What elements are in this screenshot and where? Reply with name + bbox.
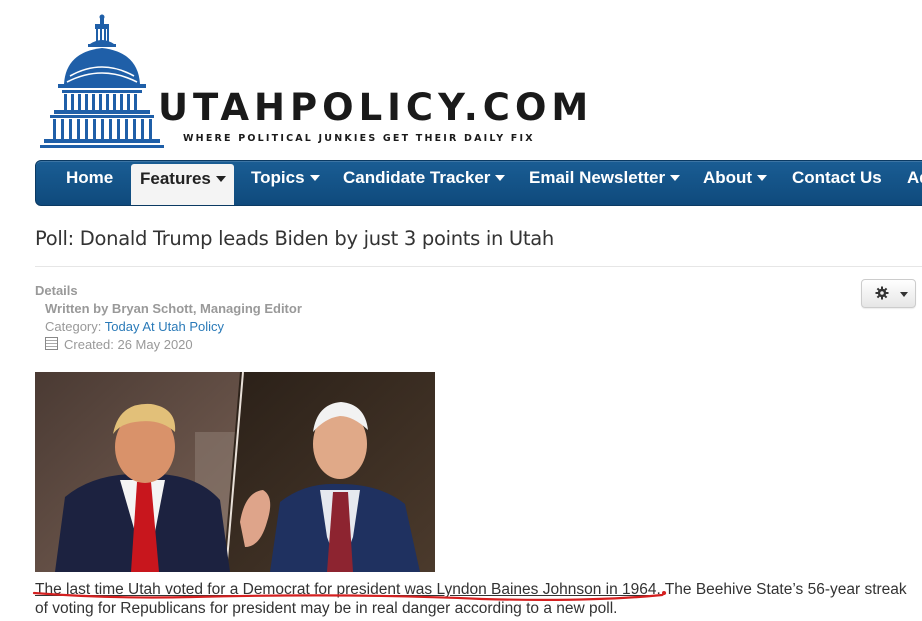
page-title: Poll: Donald Trump leads Biden by just 3… bbox=[35, 227, 554, 250]
nav-contact-us[interactable]: Contact Us bbox=[792, 161, 882, 205]
capitol-dome-icon bbox=[40, 14, 164, 148]
nav-topics[interactable]: Topics bbox=[251, 161, 320, 205]
nav-contact-us-label: Contact Us bbox=[792, 168, 882, 187]
red-annotation-underline bbox=[32, 591, 667, 601]
gear-icon bbox=[875, 286, 889, 300]
article-tools-button[interactable] bbox=[861, 279, 916, 308]
article-author: Written by Bryan Schott, Managing Editor bbox=[45, 301, 302, 316]
site-title: UTAHPOLICY.COM bbox=[158, 86, 594, 129]
calendar-icon bbox=[45, 337, 58, 350]
nav-ad[interactable]: Ad bbox=[907, 161, 922, 205]
nav-topics-label: Topics bbox=[251, 168, 305, 187]
nav-home[interactable]: Home bbox=[66, 161, 113, 205]
nav-candidate-tracker[interactable]: Candidate Tracker bbox=[343, 161, 506, 205]
chevron-down-icon bbox=[215, 175, 226, 182]
nav-ad-label: Ad bbox=[907, 168, 922, 187]
nav-about-label: About bbox=[703, 168, 753, 187]
trump-biden-photo bbox=[35, 372, 435, 572]
site-tagline: WHERE POLITICAL JUNKIES GET THEIR DAILY … bbox=[183, 133, 535, 144]
divider bbox=[35, 266, 922, 267]
nav-email-newsletter[interactable]: Email Newsletter bbox=[529, 161, 681, 205]
chevron-down-icon bbox=[495, 174, 506, 181]
details-heading: Details bbox=[35, 283, 78, 298]
article-created: Created: 26 May 2020 bbox=[45, 337, 193, 352]
category-link[interactable]: Today At Utah Policy bbox=[105, 319, 224, 334]
nav-about[interactable]: About bbox=[703, 161, 768, 205]
created-date: Created: 26 May 2020 bbox=[64, 337, 193, 352]
category-label: Category: bbox=[45, 319, 102, 334]
chevron-down-icon bbox=[757, 174, 768, 181]
article-photo bbox=[35, 372, 435, 572]
chevron-down-icon bbox=[309, 174, 320, 181]
site-logo[interactable]: UTAHPOLICY.COM WHERE POLITICAL JUNKIES G… bbox=[40, 14, 600, 159]
main-nav: Home Features Topics Candidate Tracker E… bbox=[35, 160, 922, 206]
chevron-down-icon bbox=[670, 174, 681, 181]
nav-email-newsletter-label: Email Newsletter bbox=[529, 168, 666, 187]
nav-home-label: Home bbox=[66, 168, 114, 187]
nav-features-label: Features bbox=[140, 169, 211, 188]
chevron-down-icon bbox=[900, 292, 908, 297]
nav-candidate-tracker-label: Candidate Tracker bbox=[343, 168, 491, 187]
nav-features[interactable]: Features bbox=[131, 164, 234, 205]
article-category: Category: Today At Utah Policy bbox=[45, 319, 224, 334]
